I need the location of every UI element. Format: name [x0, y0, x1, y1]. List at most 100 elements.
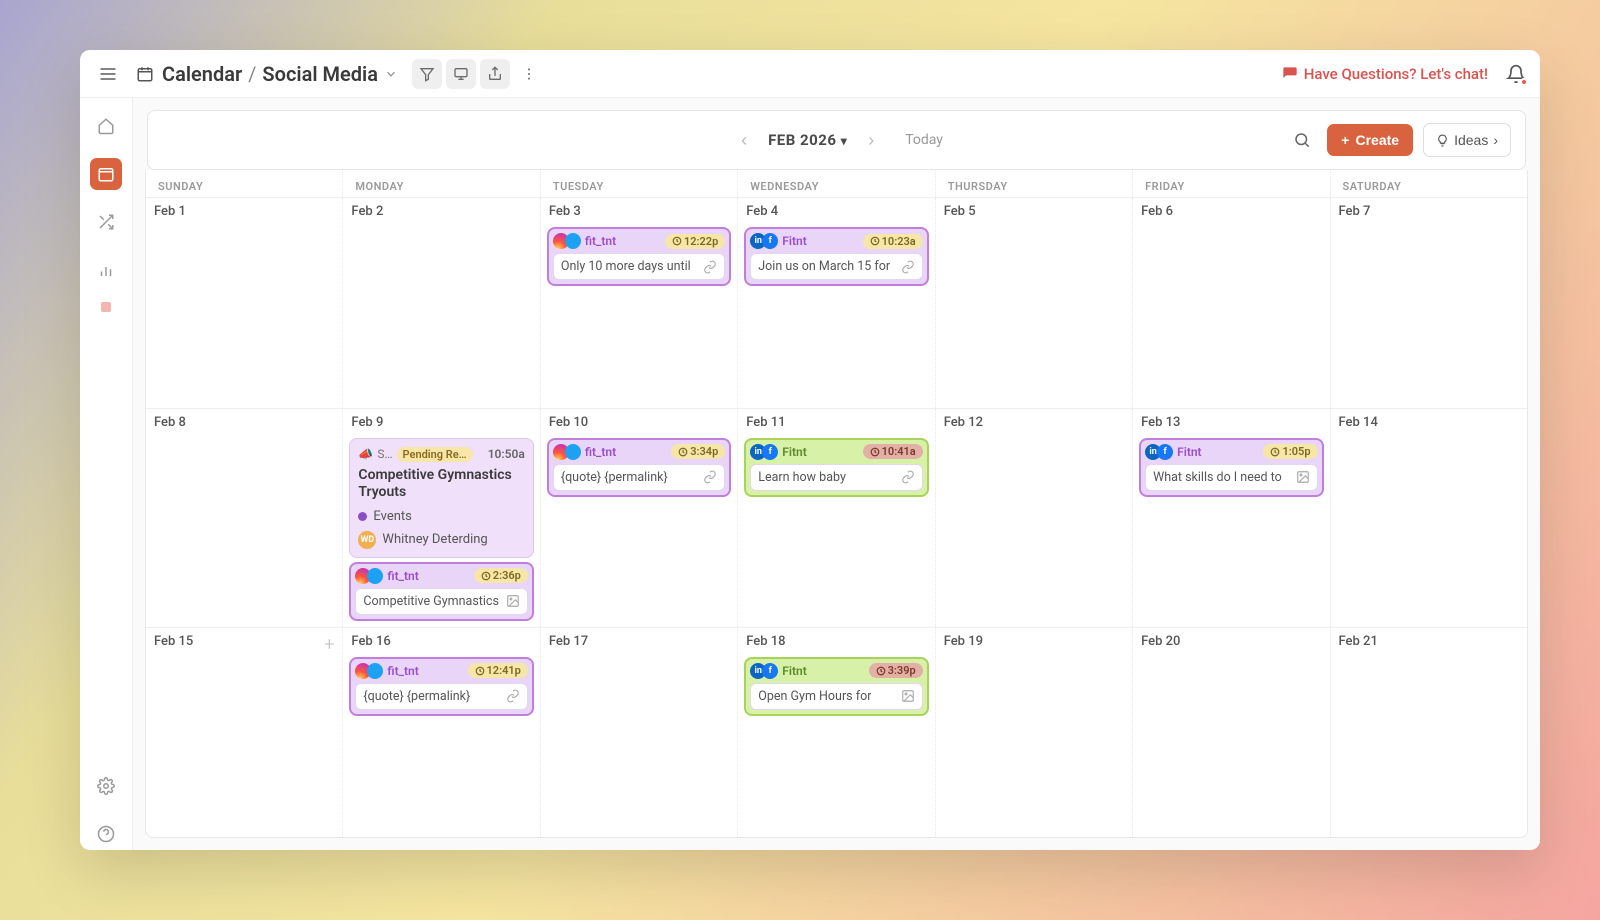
sidebar-item-help[interactable] [90, 818, 122, 850]
today-button[interactable]: Today [905, 132, 943, 148]
day-cell[interactable]: Feb 9 📣 S… Pending Re… 10:50a Competitiv… [343, 409, 540, 627]
event-card[interactable]: 📣 S… Pending Re… 10:50a Competitive Gymn… [349, 438, 533, 558]
date-label: Feb 15 [152, 631, 336, 653]
sidebar-item-calendar[interactable] [90, 158, 122, 190]
day-cell[interactable]: Feb 14 [1331, 409, 1527, 627]
breadcrumb-root[interactable]: Calendar [162, 62, 242, 86]
content-area: ‹ FEB 2026 ▾ › Today + Create [80, 98, 1540, 850]
megaphone-icon: 📣 [358, 447, 373, 461]
date-label: Feb 1 [152, 201, 336, 223]
event-time: 10:50a [488, 447, 525, 461]
week-row: Feb 15+Feb 16 fit_tnt 12:41p {quote} {pe… [146, 627, 1527, 838]
search-button[interactable] [1287, 125, 1317, 155]
post-card[interactable]: inf Fitnt 10:41a Learn how baby [744, 438, 928, 497]
account-name: Fitnt [782, 234, 806, 248]
channel-icons: inf [1145, 444, 1173, 460]
post-preview: Join us on March 15 for [750, 253, 922, 280]
day-header: THURSDAY [936, 170, 1133, 197]
calendar-grid: SUNDAYMONDAYTUESDAYWEDNESDAYTHURSDAYFRID… [145, 170, 1528, 838]
day-cell[interactable]: Feb 17 [541, 628, 738, 838]
day-cell[interactable]: Feb 15+ [146, 628, 343, 838]
post-card[interactable]: inf Fitnt 3:39p Open Gym Hours for [744, 657, 928, 716]
sidebar-item-shuffle[interactable] [90, 206, 122, 238]
account-name: fit_tnt [387, 664, 418, 678]
day-cell[interactable]: Feb 3 fit_tnt 12:22p Only 10 more days u… [541, 198, 738, 408]
post-card[interactable]: fit_tnt 12:41p {quote} {permalink} [349, 657, 533, 716]
breadcrumb-leaf[interactable]: Social Media [262, 62, 378, 86]
day-cell[interactable]: Feb 7 [1331, 198, 1527, 408]
calendar-icon [136, 65, 154, 83]
ideas-button[interactable]: Ideas › [1423, 123, 1511, 157]
tw-icon [565, 233, 581, 249]
date-label: Feb 8 [152, 412, 336, 434]
lightbulb-icon [1436, 134, 1449, 147]
toolbar-icon-group [412, 59, 544, 89]
day-header: SATURDAY [1331, 170, 1527, 197]
notifications-button[interactable] [1506, 64, 1526, 84]
post-card[interactable]: inf Fitnt 10:23a Join us on March 15 for [744, 227, 928, 286]
day-cell[interactable]: Feb 10 fit_tnt 3:34p {quote} {permalink} [541, 409, 738, 627]
chat-link[interactable]: Have Questions? Let's chat! [1282, 65, 1488, 83]
date-label: Feb 6 [1139, 201, 1323, 223]
time-pill: 3:39p [869, 663, 923, 678]
day-cell[interactable]: Feb 13 inf Fitnt 1:05p What skills do I … [1133, 409, 1330, 627]
calendar-toolbar: ‹ FEB 2026 ▾ › Today + Create [147, 110, 1526, 170]
channel-icons [553, 233, 581, 249]
menu-toggle-icon[interactable] [94, 60, 122, 88]
sidebar-item-settings[interactable] [90, 770, 122, 802]
day-cell[interactable]: Feb 6 [1133, 198, 1330, 408]
share-button[interactable] [480, 59, 510, 89]
post-card[interactable]: inf Fitnt 1:05p What skills do I need to [1139, 438, 1323, 497]
image-icon [901, 689, 915, 703]
day-cell[interactable]: Feb 16 fit_tnt 12:41p {quote} {permalink… [343, 628, 540, 838]
post-card[interactable]: fit_tnt 2:36p Competitive Gymnastics [349, 562, 533, 621]
day-cell[interactable]: Feb 11 inf Fitnt 10:41a Learn how baby [738, 409, 935, 627]
more-button[interactable] [514, 59, 544, 89]
channel-icons [355, 568, 383, 584]
image-icon [1296, 470, 1310, 484]
day-cell[interactable]: Feb 18 inf Fitnt 3:39p Open Gym Hours fo… [738, 628, 935, 838]
date-label: Feb 20 [1139, 631, 1323, 653]
week-row: Feb 8 Feb 9 📣 S… Pending Re… 10:50a Compe… [146, 408, 1527, 627]
filter-button[interactable] [412, 59, 442, 89]
month-label: FEB 2026 [768, 131, 836, 149]
day-cell[interactable]: Feb 8 [146, 409, 343, 627]
time-pill: 3:34p [671, 444, 725, 459]
post-card[interactable]: fit_tnt 12:22p Only 10 more days until [547, 227, 731, 286]
sidebar-item-home[interactable] [90, 110, 122, 142]
day-cell[interactable]: Feb 2 [343, 198, 540, 408]
fb-icon: f [762, 444, 778, 460]
channel-icons: inf [750, 444, 778, 460]
date-label: Feb 2 [349, 201, 533, 223]
post-preview: What skills do I need to [1145, 464, 1317, 491]
add-item-button[interactable]: + [324, 634, 334, 655]
ideas-button-label: Ideas [1454, 132, 1488, 148]
day-cell[interactable]: Feb 19 [936, 628, 1133, 838]
day-cell[interactable]: Feb 12 [936, 409, 1133, 627]
month-picker[interactable]: FEB 2026 ▾ [768, 131, 847, 149]
sidebar-item-analytics[interactable] [90, 254, 122, 286]
create-button[interactable]: + Create [1327, 124, 1413, 156]
status-pill: Pending Re… [397, 447, 473, 462]
avatar: WD [358, 531, 376, 549]
date-label: Feb 14 [1337, 412, 1521, 434]
day-cell[interactable]: Feb 20 [1133, 628, 1330, 838]
tw-icon [565, 444, 581, 460]
event-short: S… [377, 447, 392, 461]
day-cell[interactable]: Feb 21 [1331, 628, 1527, 838]
day-cell[interactable]: Feb 4 inf Fitnt 10:23a Join us on March … [738, 198, 935, 408]
prev-month-button[interactable]: ‹ [730, 126, 758, 154]
display-button[interactable] [446, 59, 476, 89]
day-cell[interactable]: Feb 5 [936, 198, 1133, 408]
date-label: Feb 13 [1139, 412, 1323, 434]
next-month-button[interactable]: › [857, 126, 885, 154]
sidebar-item-marker[interactable] [101, 302, 111, 312]
chevron-down-icon[interactable] [384, 67, 398, 81]
link-icon [703, 260, 717, 274]
account-name: Fitnt [782, 445, 806, 459]
post-card[interactable]: fit_tnt 3:34p {quote} {permalink} [547, 438, 731, 497]
account-name: Fitnt [1177, 445, 1201, 459]
day-cell[interactable]: Feb 1 [146, 198, 343, 408]
day-header: MONDAY [343, 170, 540, 197]
date-label: Feb 17 [547, 631, 731, 653]
